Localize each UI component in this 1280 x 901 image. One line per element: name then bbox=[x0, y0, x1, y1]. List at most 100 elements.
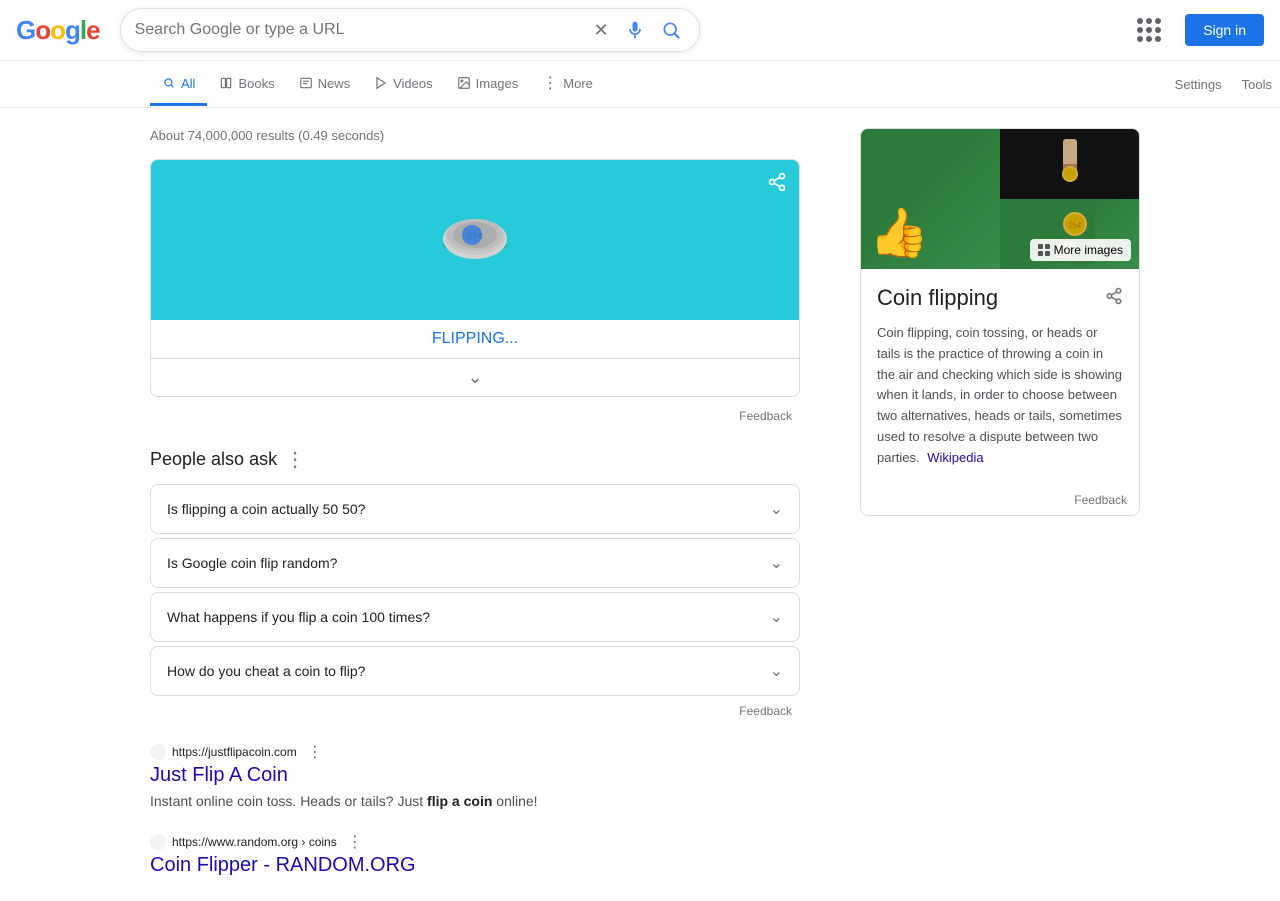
tab-all[interactable]: All bbox=[150, 64, 207, 106]
chevron-down-icon: ⌄ bbox=[467, 367, 482, 387]
result-2-more-button[interactable]: ⋮ bbox=[347, 832, 363, 852]
paa-chevron-1: ⌄ bbox=[770, 499, 783, 519]
paa-question-2-text: Is Google coin flip random? bbox=[167, 555, 337, 571]
info-image-bottom-right: 25¢ More images bbox=[1000, 199, 1139, 269]
paa-item-1: Is flipping a coin actually 50 50? ⌄ bbox=[150, 484, 800, 534]
more-images-label: More images bbox=[1054, 243, 1123, 257]
paa-item-4: How do you cheat a coin to flip? ⌄ bbox=[150, 646, 800, 696]
paa-header: People also ask ⋮ bbox=[150, 447, 800, 472]
widget-share-button[interactable] bbox=[767, 172, 787, 197]
widget-feedback[interactable]: Feedback bbox=[150, 405, 800, 427]
tab-images[interactable]: Images bbox=[445, 64, 531, 106]
result-1-title[interactable]: Just Flip A Coin bbox=[150, 764, 800, 787]
paa-feedback[interactable]: Feedback bbox=[150, 700, 800, 722]
info-desc-text: Coin flipping, coin tossing, or heads or… bbox=[877, 325, 1122, 465]
coin-flip-visual: 25¢ bbox=[151, 160, 799, 320]
coin-hold-icon bbox=[1045, 134, 1095, 194]
tab-images-label: Images bbox=[476, 76, 519, 91]
tab-more[interactable]: ⋮ More bbox=[530, 61, 605, 108]
books-icon bbox=[219, 76, 233, 90]
left-column: About 74,000,000 results (0.49 seconds) bbox=[150, 128, 800, 881]
result-1-url: https://justflipacoin.com bbox=[172, 745, 297, 759]
hand-thumb-icon: 👍 bbox=[869, 204, 929, 261]
images-grid-icon bbox=[1038, 244, 1050, 256]
tab-videos-label: Videos bbox=[393, 76, 433, 91]
header: Google flip a coin ✕ bbox=[0, 0, 1280, 61]
main-content: About 74,000,000 results (0.49 seconds) bbox=[0, 108, 1280, 901]
wikipedia-link[interactable]: Wikipedia bbox=[927, 450, 983, 465]
tools-link[interactable]: Tools bbox=[1234, 65, 1280, 104]
paa-menu-button[interactable]: ⋮ bbox=[285, 447, 305, 472]
paa-question-1-text: Is flipping a coin actually 50 50? bbox=[167, 501, 365, 517]
paa-question-1[interactable]: Is flipping a coin actually 50 50? ⌄ bbox=[151, 485, 799, 533]
clear-button[interactable]: ✕ bbox=[590, 16, 613, 45]
share-icon bbox=[767, 172, 787, 192]
clear-icon: ✕ bbox=[594, 20, 609, 41]
coin-status-label[interactable]: FLIPPING... bbox=[151, 320, 799, 358]
paa-question-4[interactable]: How do you cheat a coin to flip? ⌄ bbox=[151, 647, 799, 695]
paa-question-3-text: What happens if you flip a coin 100 time… bbox=[167, 609, 430, 625]
results-count: About 74,000,000 results (0.49 seconds) bbox=[150, 128, 800, 143]
images-icon bbox=[457, 76, 471, 90]
paa-title: People also ask bbox=[150, 449, 277, 470]
info-card-feedback[interactable]: Feedback bbox=[861, 485, 1139, 515]
paa-item-2: Is Google coin flip random? ⌄ bbox=[150, 538, 800, 588]
people-also-ask-section: People also ask ⋮ Is flipping a coin act… bbox=[150, 447, 800, 722]
voice-search-button[interactable] bbox=[621, 16, 649, 44]
paa-question-3[interactable]: What happens if you flip a coin 100 time… bbox=[151, 593, 799, 641]
info-card: 👍 bbox=[860, 128, 1140, 516]
paa-question-2[interactable]: Is Google coin flip random? ⌄ bbox=[151, 539, 799, 587]
paa-chevron-3: ⌄ bbox=[770, 607, 783, 627]
search-icons: ✕ bbox=[590, 16, 685, 45]
tab-books-label: Books bbox=[238, 76, 274, 91]
apps-button[interactable] bbox=[1129, 10, 1169, 50]
result-1-snippet: Instant online coin toss. Heads or tails… bbox=[150, 791, 800, 812]
coin-dropdown-button[interactable]: ⌄ bbox=[151, 358, 799, 396]
info-card-body: Coin flipping Coin flipping, coin tossin… bbox=[861, 269, 1139, 485]
tab-videos[interactable]: Videos bbox=[362, 64, 445, 106]
coin-flip-widget: 25¢ FLIPPING... ⌄ bbox=[150, 159, 800, 397]
paa-item-3: What happens if you flip a coin 100 time… bbox=[150, 592, 800, 642]
coin-animation: 25¢ bbox=[430, 195, 520, 285]
tab-all-label: All bbox=[181, 76, 195, 91]
header-right: Sign in bbox=[1129, 10, 1264, 50]
result-1-url-row: https://justflipacoin.com ⋮ bbox=[150, 742, 800, 762]
news-icon bbox=[299, 76, 313, 90]
paa-chevron-2: ⌄ bbox=[770, 553, 783, 573]
result-2-title[interactable]: Coin Flipper - RANDOM.ORG bbox=[150, 854, 800, 877]
search-result-1: https://justflipacoin.com ⋮ Just Flip A … bbox=[150, 742, 800, 812]
search-button[interactable] bbox=[657, 16, 685, 44]
result-1-favicon bbox=[150, 744, 166, 760]
paa-chevron-4: ⌄ bbox=[770, 661, 783, 681]
result-2-url: https://www.random.org › coins bbox=[172, 835, 337, 849]
tab-news[interactable]: News bbox=[287, 64, 363, 106]
result-2-url-row: https://www.random.org › coins ⋮ bbox=[150, 832, 800, 852]
sign-in-button[interactable]: Sign in bbox=[1185, 14, 1264, 46]
settings-link[interactable]: Settings bbox=[1167, 65, 1230, 104]
nav-settings: Settings Tools bbox=[1167, 65, 1280, 104]
tab-more-label: More bbox=[563, 76, 593, 91]
svg-text:25¢: 25¢ bbox=[1068, 221, 1081, 230]
result-1-more-button[interactable]: ⋮ bbox=[307, 742, 323, 762]
tab-books[interactable]: Books bbox=[207, 64, 286, 106]
google-logo[interactable]: Google bbox=[16, 15, 100, 46]
info-images: 👍 bbox=[861, 129, 1139, 269]
more-dots-icon: ⋮ bbox=[542, 73, 558, 93]
info-card-description: Coin flipping, coin tossing, or heads or… bbox=[877, 323, 1123, 469]
tab-news-label: News bbox=[318, 76, 351, 91]
search-nav-icon bbox=[162, 76, 176, 90]
result-2-favicon bbox=[150, 834, 166, 850]
mic-icon bbox=[625, 20, 645, 40]
search-bar: flip a coin ✕ bbox=[120, 8, 700, 52]
info-title-text: Coin flipping bbox=[877, 285, 998, 311]
search-icon bbox=[661, 20, 681, 40]
info-image-top-right bbox=[1000, 129, 1139, 199]
nav-tabs: All Books News Videos Images ⋮ More Sett… bbox=[0, 61, 1280, 108]
info-image-main: 👍 bbox=[861, 129, 1000, 269]
share-icon bbox=[1105, 287, 1123, 305]
paa-question-4-text: How do you cheat a coin to flip? bbox=[167, 663, 365, 679]
more-images-button[interactable]: More images bbox=[1030, 239, 1131, 261]
info-card-title: Coin flipping bbox=[877, 285, 1123, 311]
info-share-button[interactable] bbox=[1105, 287, 1123, 310]
search-input[interactable]: flip a coin bbox=[135, 21, 590, 39]
